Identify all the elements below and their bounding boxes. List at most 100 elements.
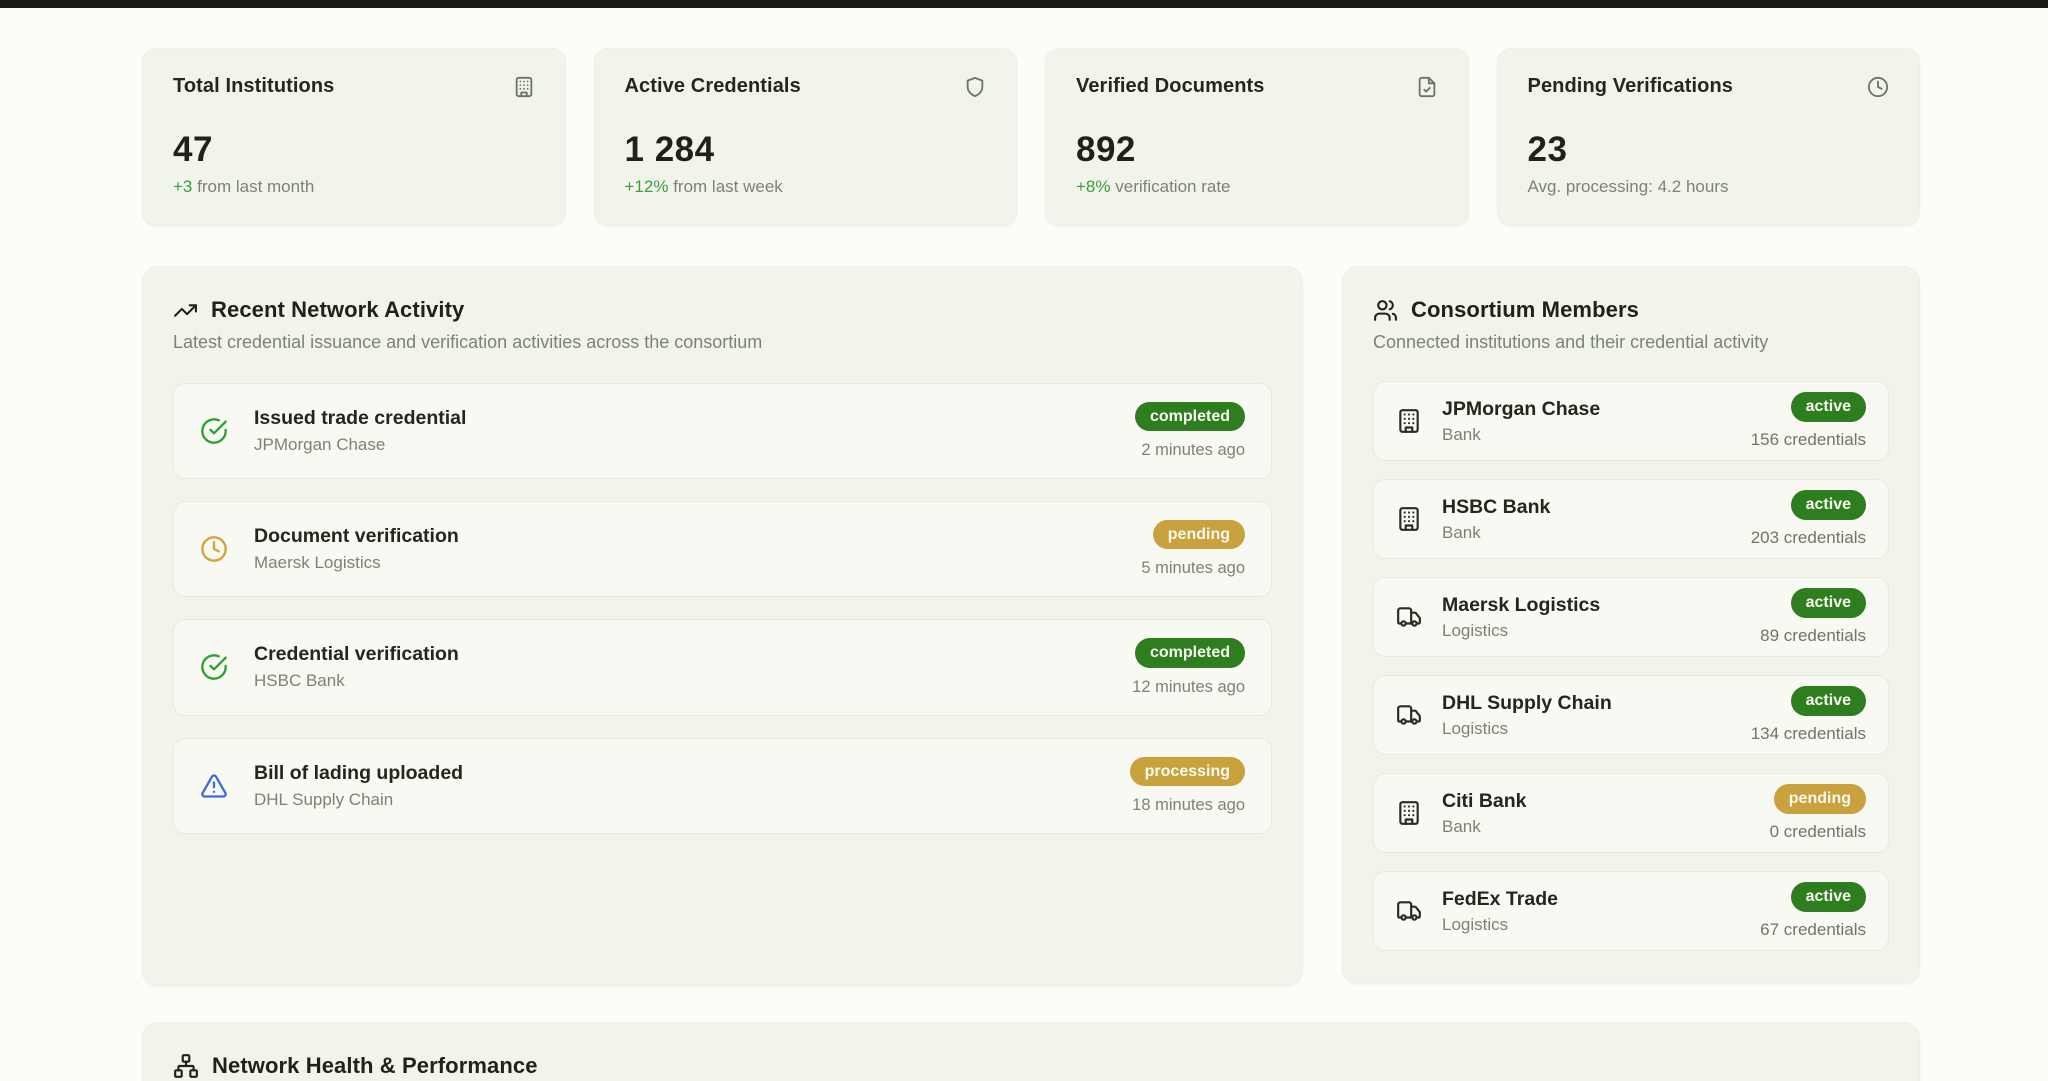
stat-label: Pending Verifications (1528, 75, 1733, 98)
panel-title: Network Health & Performance (212, 1053, 538, 1079)
member-type: Bank (1442, 523, 1550, 543)
member-row: JPMorgan Chase Bank active 156 credentia… (1373, 381, 1889, 461)
stat-delta: +3 (173, 177, 192, 196)
dashboard-page: Total Institutions 47 +3 from last month… (0, 8, 2048, 1081)
member-row: DHL Supply Chain Logistics active 134 cr… (1373, 675, 1889, 755)
stat-subtext: +3 from last month (173, 177, 535, 197)
clock-icon (1867, 76, 1889, 98)
panel-subtitle: Connected institutions and their credent… (1373, 332, 1889, 353)
member-credentials: 203 credentials (1751, 528, 1866, 548)
status-badge: processing (1130, 757, 1245, 786)
stat-note: Avg. processing: 4.2 hours (1528, 177, 1729, 196)
stat-note: verification rate (1115, 177, 1230, 196)
truck-icon (1396, 604, 1424, 630)
stat-subtext: +8% verification rate (1076, 177, 1438, 197)
file-check-icon (1416, 76, 1438, 98)
activity-title: Issued trade credential (254, 407, 466, 430)
activity-org: Maersk Logistics (254, 553, 459, 573)
activity-title: Document verification (254, 525, 459, 548)
member-name: HSBC Bank (1442, 496, 1550, 519)
panel-title: Consortium Members (1411, 297, 1639, 323)
consortium-members-panel: Consortium Members Connected institution… (1342, 266, 1920, 984)
member-credentials: 0 credentials (1770, 822, 1866, 842)
status-badge: completed (1135, 402, 1245, 431)
activity-time: 2 minutes ago (1141, 441, 1245, 460)
activity-time: 5 minutes ago (1141, 559, 1245, 578)
panel-title: Recent Network Activity (211, 297, 464, 323)
member-row: Citi Bank Bank pending 0 credentials (1373, 773, 1889, 853)
clock-icon (200, 535, 230, 563)
member-credentials: 89 credentials (1760, 626, 1866, 646)
activity-org: JPMorgan Chase (254, 435, 466, 455)
member-name: Citi Bank (1442, 790, 1527, 813)
stat-value: 47 (173, 130, 535, 170)
activity-list: Issued trade credential JPMorgan Chase c… (173, 383, 1272, 834)
member-credentials: 156 credentials (1751, 430, 1866, 450)
building-icon (1396, 800, 1424, 826)
activity-row: Bill of lading uploaded DHL Supply Chain… (173, 738, 1272, 834)
member-type: Bank (1442, 817, 1527, 837)
stat-value: 892 (1076, 130, 1438, 170)
stat-label: Verified Documents (1076, 75, 1265, 98)
members-list: JPMorgan Chase Bank active 156 credentia… (1373, 381, 1889, 951)
stat-delta: +12% (625, 177, 669, 196)
network-icon (173, 1053, 199, 1079)
stat-card-pending-verifications: Pending Verifications 23 Avg. processing… (1497, 48, 1921, 226)
stat-card-total-institutions: Total Institutions 47 +3 from last month (142, 48, 566, 226)
member-type: Logistics (1442, 915, 1558, 935)
stat-card-verified-documents: Verified Documents 892 +8% verification … (1045, 48, 1469, 226)
status-badge: active (1791, 392, 1866, 421)
member-credentials: 67 credentials (1760, 920, 1866, 940)
member-name: Maersk Logistics (1442, 594, 1600, 617)
member-type: Logistics (1442, 621, 1600, 641)
alert-triangle-icon (200, 772, 230, 800)
member-row: HSBC Bank Bank active 203 credentials (1373, 479, 1889, 559)
activity-row: Issued trade credential JPMorgan Chase c… (173, 383, 1272, 479)
stats-row: Total Institutions 47 +3 from last month… (142, 48, 1920, 226)
stat-delta: +8% (1076, 177, 1111, 196)
activity-org: DHL Supply Chain (254, 790, 463, 810)
panel-subtitle: Latest credential issuance and verificat… (173, 332, 1272, 353)
top-window-bar (0, 0, 2048, 8)
activity-time: 18 minutes ago (1132, 796, 1245, 815)
status-badge: active (1791, 686, 1866, 715)
check-circle-icon (200, 417, 230, 445)
member-name: FedEx Trade (1442, 888, 1558, 911)
stat-note: from last week (673, 177, 783, 196)
status-badge: active (1791, 588, 1866, 617)
network-health-panel: Network Health & Performance Real-time b… (142, 1022, 1920, 1081)
check-circle-icon (200, 653, 230, 681)
member-name: DHL Supply Chain (1442, 692, 1612, 715)
status-badge: active (1791, 882, 1866, 911)
truck-icon (1396, 702, 1424, 728)
shield-icon (964, 76, 986, 98)
stat-label: Active Credentials (625, 75, 801, 98)
activity-title: Bill of lading uploaded (254, 762, 463, 785)
stat-value: 23 (1528, 130, 1890, 170)
status-badge: completed (1135, 638, 1245, 667)
building-icon (1396, 408, 1424, 434)
stat-subtext: +12% from last week (625, 177, 987, 197)
activity-org: HSBC Bank (254, 671, 459, 691)
stat-card-active-credentials: Active Credentials 1 284 +12% from last … (594, 48, 1018, 226)
member-type: Bank (1442, 425, 1600, 445)
member-credentials: 134 credentials (1751, 724, 1866, 744)
member-row: Maersk Logistics Logistics active 89 cre… (1373, 577, 1889, 657)
stat-label: Total Institutions (173, 75, 334, 98)
status-badge: active (1791, 490, 1866, 519)
status-badge: pending (1153, 520, 1245, 549)
member-name: JPMorgan Chase (1442, 398, 1600, 421)
activity-row: Credential verification HSBC Bank comple… (173, 619, 1272, 715)
activity-row: Document verification Maersk Logistics p… (173, 501, 1272, 597)
building-icon (1396, 506, 1424, 532)
stat-subtext: Avg. processing: 4.2 hours (1528, 177, 1890, 197)
activity-title: Credential verification (254, 643, 459, 666)
trending-up-icon (173, 298, 198, 323)
stat-value: 1 284 (625, 130, 987, 170)
truck-icon (1396, 898, 1424, 924)
building-icon (513, 76, 535, 98)
member-type: Logistics (1442, 719, 1612, 739)
status-badge: pending (1774, 784, 1866, 813)
recent-activity-panel: Recent Network Activity Latest credentia… (142, 266, 1303, 986)
users-icon (1373, 298, 1398, 323)
